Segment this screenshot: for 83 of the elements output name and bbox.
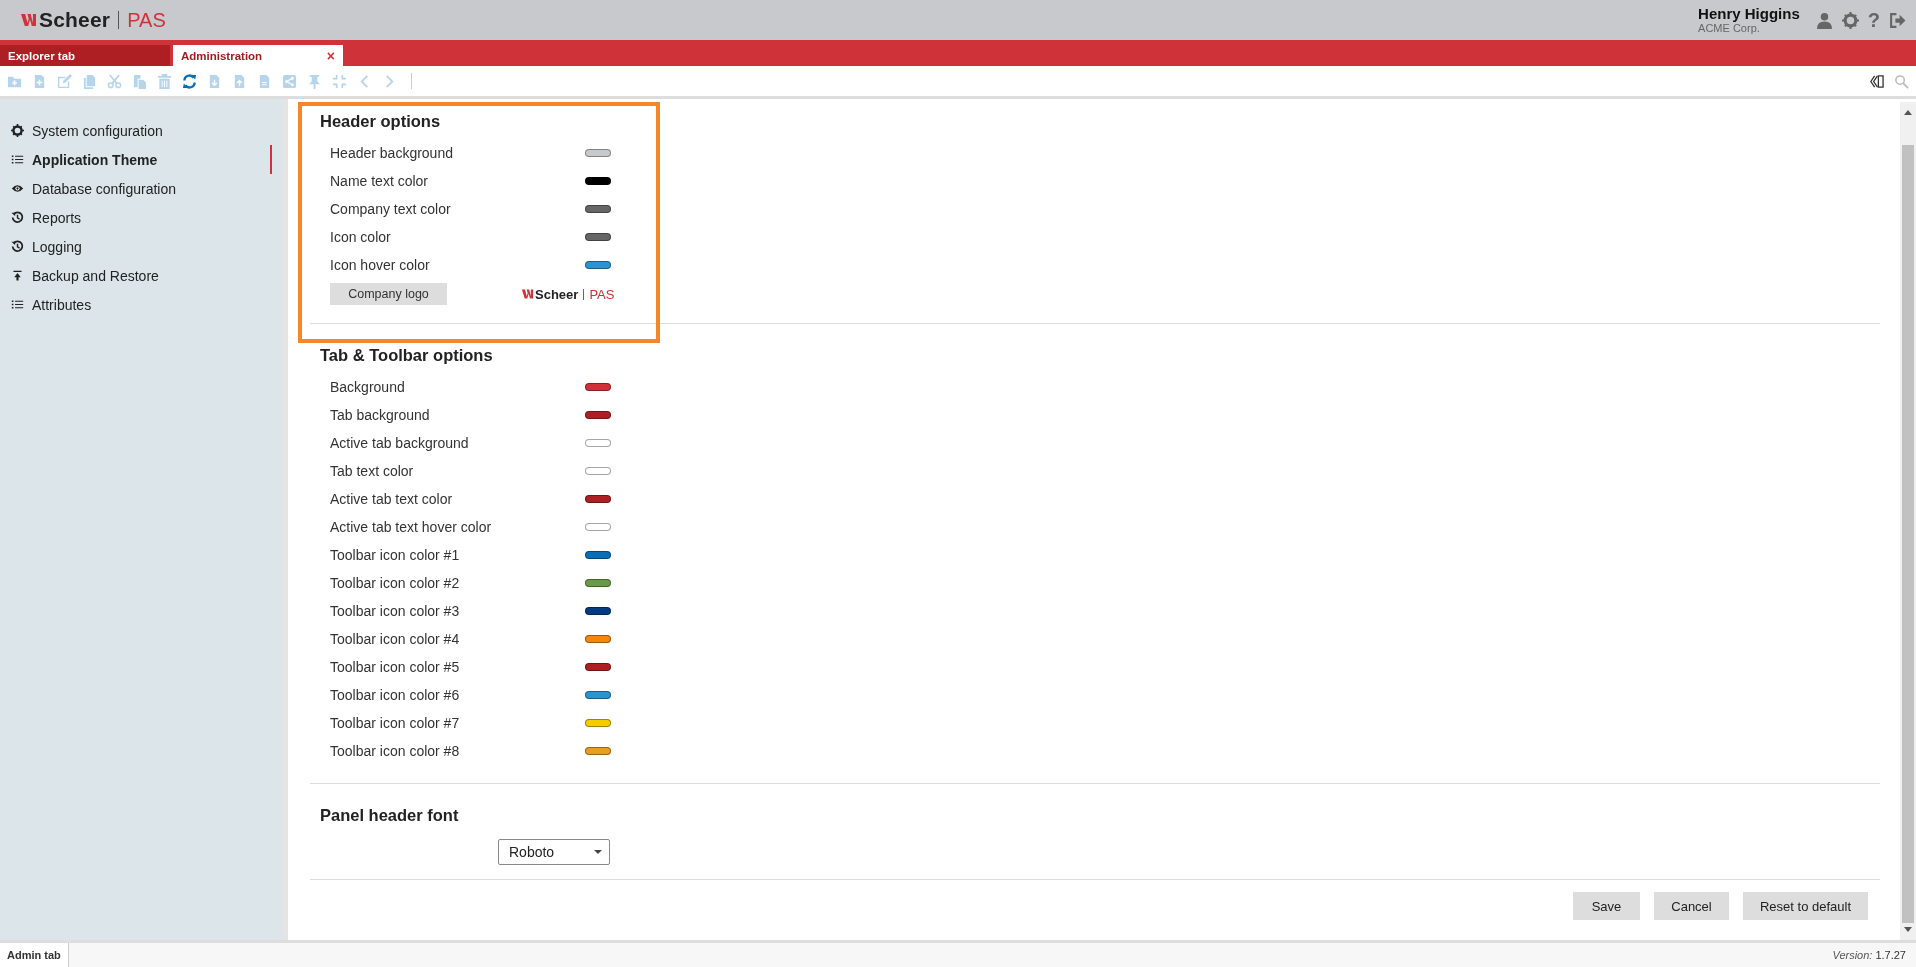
- option-label: Toolbar icon color #8: [330, 743, 461, 759]
- action-button[interactable]: Cancel: [1654, 892, 1729, 920]
- section-title: Panel header font: [320, 806, 460, 825]
- option-label: Company text color: [330, 201, 452, 217]
- option-label: Toolbar icon color #5: [330, 659, 461, 675]
- option-label: Toolbar icon color #2: [330, 575, 461, 591]
- panel-toggle-icon[interactable]: [1869, 73, 1884, 89]
- color-swatch[interactable]: [585, 495, 611, 503]
- sidebar-item[interactable]: Application Theme: [32, 151, 158, 168]
- option-label: Header background: [330, 145, 454, 161]
- color-swatch[interactable]: [585, 261, 611, 269]
- action-button[interactable]: Save: [1573, 892, 1640, 920]
- option-label: Icon hover color: [330, 257, 431, 273]
- refresh-icon[interactable]: [182, 73, 197, 89]
- color-swatch[interactable]: [585, 551, 611, 559]
- company-name: ACME Corp.: [1698, 22, 1761, 34]
- section-title: Tab & Toolbar options: [320, 346, 494, 365]
- option-label: Toolbar icon color #4: [330, 631, 461, 647]
- scroll-up-icon: [1904, 110, 1912, 115]
- close-icon[interactable]: ×: [326, 47, 335, 64]
- version-number: 1.7.27: [1875, 949, 1906, 961]
- font-select[interactable]: Roboto: [498, 839, 610, 865]
- product-name: PAS: [589, 286, 615, 302]
- sidebar-item[interactable]: Logging: [32, 238, 82, 255]
- option-label: Active tab text color: [330, 491, 454, 507]
- color-swatch[interactable]: [585, 663, 611, 671]
- brand-name: Scheer: [39, 8, 111, 32]
- color-swatch[interactable]: [585, 383, 611, 391]
- sidebar-item[interactable]: Database configuration: [32, 180, 176, 197]
- color-swatch[interactable]: [585, 233, 611, 241]
- logo-mark-icon: [521, 288, 534, 300]
- history-icon: [11, 240, 24, 253]
- section-title: Header options: [320, 112, 442, 131]
- option-label: Icon color: [330, 229, 392, 245]
- action-button[interactable]: Reset to default: [1743, 892, 1868, 920]
- option-label: Toolbar icon color #7: [330, 715, 461, 731]
- logout-icon[interactable]: [1889, 11, 1906, 29]
- scroll-down-icon: [1904, 927, 1912, 932]
- option-label: Toolbar icon color #1: [330, 547, 461, 563]
- color-swatch[interactable]: [585, 149, 611, 157]
- brand-name: Scheer: [535, 286, 579, 302]
- logo-mark-icon: [20, 12, 37, 28]
- product-name: PAS: [127, 8, 166, 32]
- color-swatch[interactable]: [585, 467, 611, 475]
- tab[interactable]: Explorer tab: [0, 45, 170, 66]
- sidebar-item[interactable]: Reports: [32, 209, 82, 226]
- settings-icon[interactable]: [1841, 11, 1859, 29]
- color-swatch[interactable]: [585, 411, 611, 419]
- tab[interactable]: Administration ×: [173, 45, 343, 66]
- sidebar-item[interactable]: System configuration: [32, 122, 163, 139]
- option-label: Active tab background: [330, 435, 470, 451]
- gear-icon: [11, 124, 24, 137]
- color-swatch[interactable]: [585, 635, 611, 643]
- history-icon: [11, 211, 24, 224]
- eye-icon: [11, 182, 24, 195]
- upload-icon: [11, 269, 24, 282]
- option-label: Name text color: [330, 173, 430, 189]
- color-swatch[interactable]: [585, 205, 611, 213]
- color-swatch[interactable]: [585, 177, 611, 185]
- color-swatch[interactable]: [585, 607, 611, 615]
- color-swatch[interactable]: [585, 523, 611, 531]
- color-swatch[interactable]: [585, 579, 611, 587]
- company-logo-button[interactable]: Company logo: [330, 283, 447, 305]
- caret-icon: [594, 850, 602, 854]
- option-label: Tab text color: [330, 463, 415, 479]
- version-label: Version:: [1832, 949, 1873, 961]
- sidebar-item[interactable]: Attributes: [32, 296, 92, 313]
- option-label: Tab background: [330, 407, 431, 423]
- scrollbar[interactable]: [1900, 102, 1916, 940]
- option-label: Toolbar icon color #3: [330, 603, 461, 619]
- color-swatch[interactable]: [585, 691, 611, 699]
- color-swatch[interactable]: [585, 747, 611, 755]
- list-icon: [11, 153, 24, 166]
- option-label: Background: [330, 379, 406, 395]
- user-name: Henry Higgins: [1698, 6, 1800, 22]
- sidebar-item[interactable]: Backup and Restore: [32, 267, 159, 284]
- user-icon[interactable]: [1815, 11, 1833, 29]
- list-icon: [11, 298, 24, 311]
- color-swatch[interactable]: [585, 439, 611, 447]
- status-tab[interactable]: Admin tab: [0, 943, 69, 967]
- option-label: Active tab text hover color: [330, 519, 493, 535]
- option-label: Toolbar icon color #6: [330, 687, 461, 703]
- color-swatch[interactable]: [585, 719, 611, 727]
